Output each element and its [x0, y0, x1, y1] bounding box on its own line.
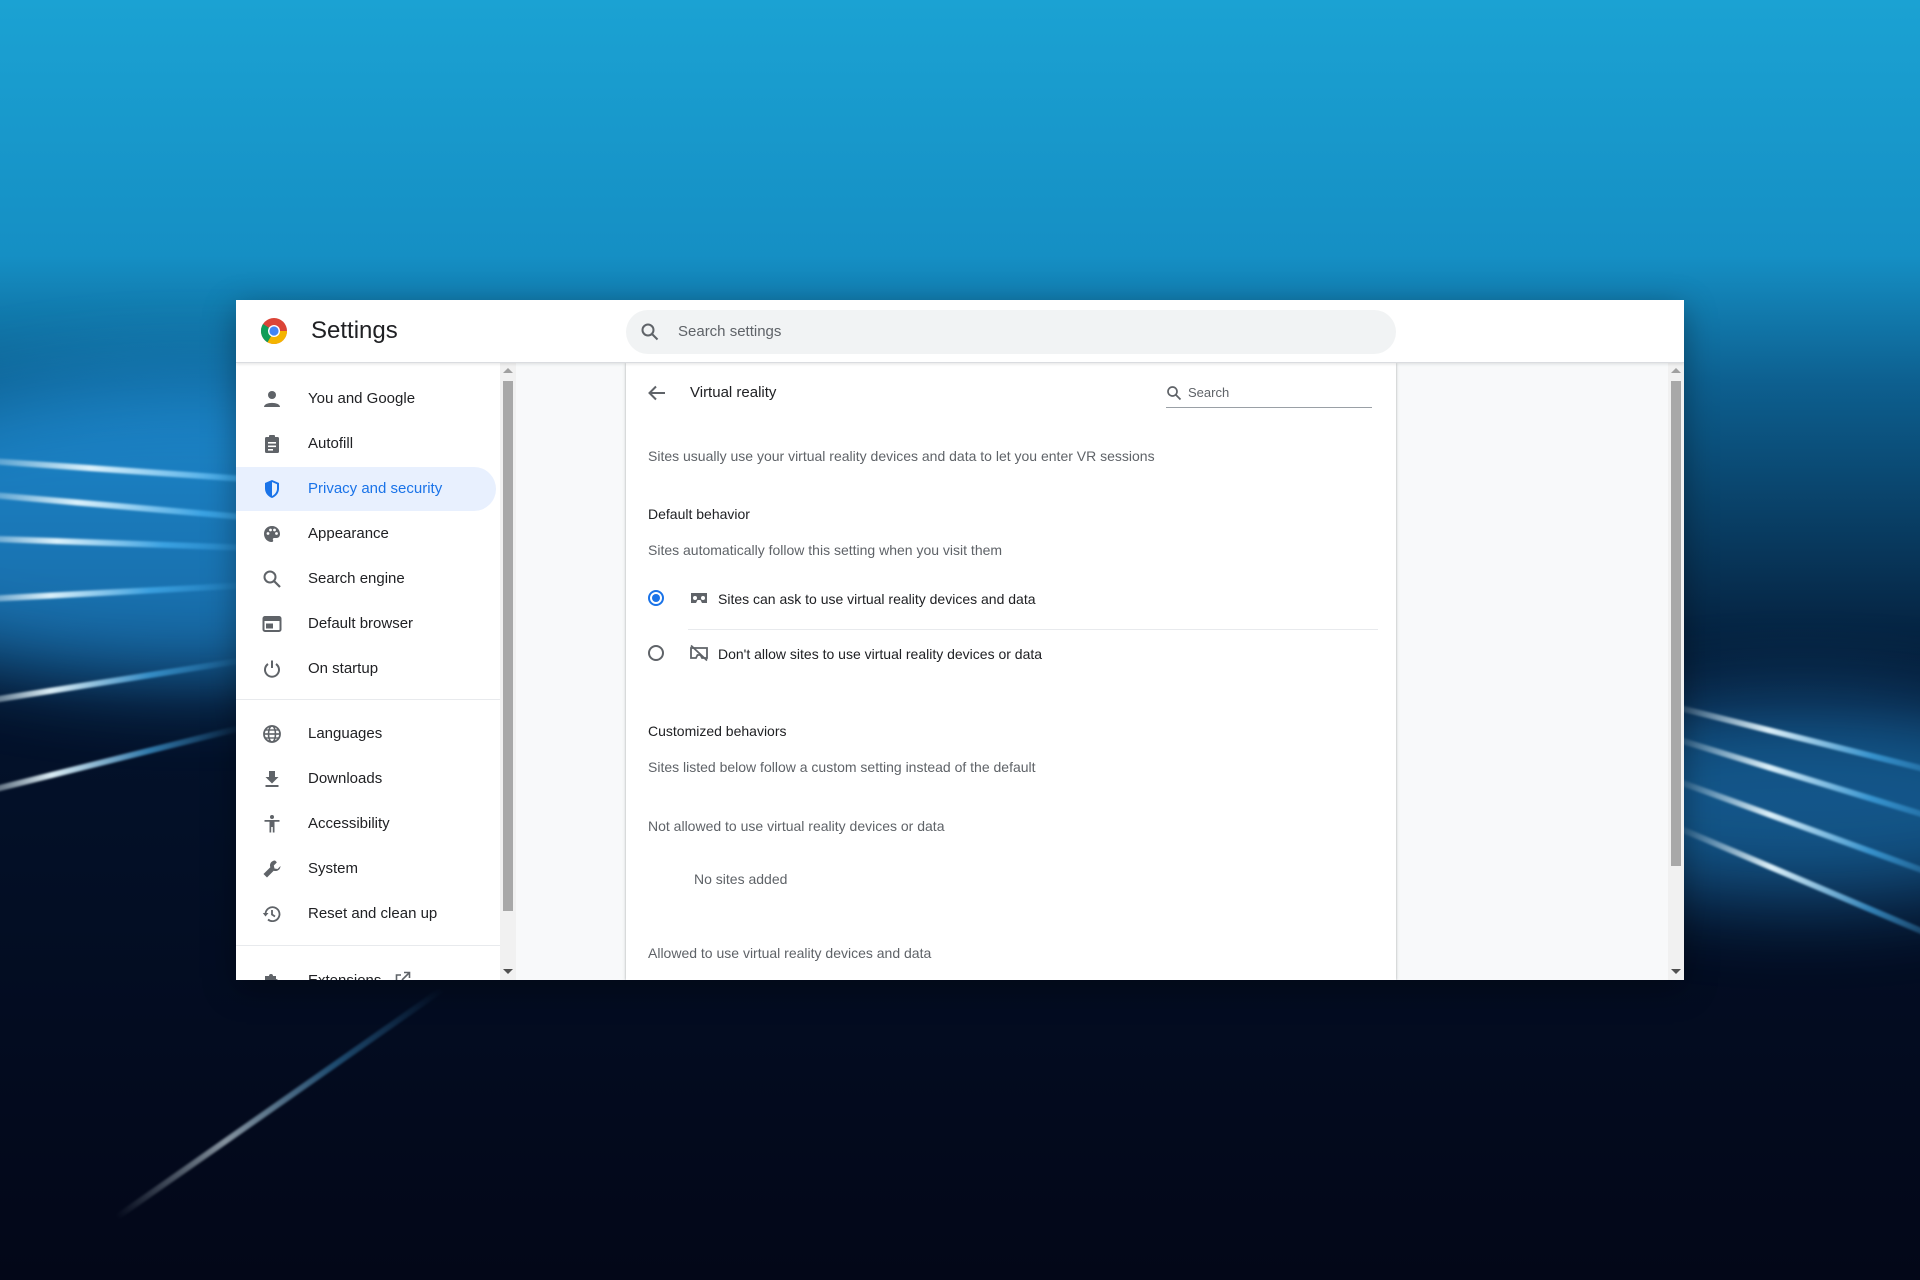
restore-icon [262, 906, 281, 923]
sidebar-item-label: Privacy and security [308, 480, 443, 497]
page-search-input[interactable]: Search [1166, 381, 1372, 408]
sidebar-scrollbar-thumb[interactable] [503, 381, 513, 911]
sidebar-item-search-engine[interactable]: Search engine [236, 557, 496, 601]
sidebar-item-you-and-google[interactable]: You and Google [236, 377, 496, 421]
sidebar-item-label: On startup [308, 660, 379, 677]
sidebar-item-languages[interactable]: Languages [236, 712, 496, 756]
customized-behaviors-subtext: Sites listed below follow a custom setti… [648, 759, 1036, 775]
vr-headset-off-icon [690, 644, 708, 662]
sidebar-item-label: Appearance [308, 525, 389, 542]
light-streak [0, 723, 247, 803]
back-arrow-icon[interactable] [646, 382, 668, 404]
option-label: Don't allow sites to use virtual reality… [718, 646, 1043, 662]
search-icon [641, 323, 659, 341]
radio-unselected[interactable] [648, 645, 664, 661]
download-icon [265, 771, 279, 787]
browser-window-icon [262, 616, 282, 632]
default-behavior-heading: Default behavior [648, 506, 750, 522]
wrench-icon [263, 860, 281, 878]
allowed-heading: Allowed to use virtual reality devices a… [648, 945, 932, 961]
sidebar-item-downloads[interactable]: Downloads [236, 757, 496, 801]
shield-icon [265, 480, 279, 498]
sidebar-item-appearance[interactable]: Appearance [236, 512, 496, 556]
sidebar-item-label: Search engine [308, 570, 405, 587]
clipboard-icon [265, 435, 279, 453]
palette-icon [264, 526, 280, 542]
sidebar-item-label: Reset and clean up [308, 905, 438, 922]
chrome-logo-icon [260, 318, 288, 345]
content-scrollbar[interactable] [1668, 363, 1684, 980]
scroll-up-arrow[interactable] [1671, 368, 1681, 373]
power-icon [264, 660, 280, 678]
search-settings-input[interactable]: Search settings [626, 310, 1396, 354]
accessibility-icon [264, 815, 280, 833]
settings-toolbar: Settings Search settings [236, 300, 1684, 363]
app-title: Settings [311, 317, 398, 344]
option-label: Sites can ask to use virtual reality dev… [718, 591, 1036, 607]
page-search-placeholder: Search [1188, 385, 1230, 400]
page-header: Virtual reality Search [626, 363, 1396, 423]
customized-behaviors-heading: Customized behaviors [648, 723, 787, 739]
option-dont-allow[interactable]: Don't allow sites to use virtual reality… [648, 633, 1378, 677]
no-sites-added-text: No sites added [694, 871, 788, 887]
search-icon [1167, 386, 1182, 401]
radio-selected[interactable] [648, 590, 664, 606]
scroll-up-arrow[interactable] [503, 368, 513, 373]
search-settings-placeholder: Search settings [678, 323, 782, 340]
sidebar-item-default-browser[interactable]: Default browser [236, 602, 496, 646]
sidebar-divider [236, 699, 500, 700]
content-scrollbar-thumb[interactable] [1671, 381, 1681, 866]
scroll-down-arrow[interactable] [503, 969, 513, 974]
sidebar-item-label: Autofill [308, 435, 354, 452]
sidebar-item-label: Downloads [308, 770, 383, 787]
sidebar-item-autofill[interactable]: Autofill [236, 422, 496, 466]
open-in-new-icon [396, 971, 411, 980]
sidebar-item-label: Default browser [308, 615, 414, 632]
sidebar-item-extensions[interactable]: Extensions [236, 958, 496, 980]
globe-icon [263, 725, 281, 743]
search-icon [263, 570, 281, 588]
sidebar-item-label: Extensions [308, 971, 411, 980]
sidebar-item-system[interactable]: System [236, 847, 496, 891]
option-divider [688, 629, 1378, 630]
vr-headset-icon [691, 593, 707, 603]
sidebar-item-label: Languages [308, 725, 383, 742]
sidebar-item-label: You and Google [308, 390, 416, 407]
settings-window: Settings Search settings You and Google … [236, 300, 1684, 980]
scroll-down-arrow[interactable] [1671, 969, 1681, 974]
page-description: Sites usually use your virtual reality d… [648, 448, 1155, 464]
not-allowed-heading: Not allowed to use virtual reality devic… [648, 818, 945, 834]
puzzle-icon [265, 974, 278, 980]
page-title: Virtual reality [690, 384, 777, 401]
sidebar-scrollbar[interactable] [500, 363, 516, 980]
sidebar-divider [236, 945, 500, 946]
light-streak [114, 985, 446, 1221]
default-behavior-subtext: Sites automatically follow this setting … [648, 542, 1003, 558]
extensions-label: Extensions [308, 972, 381, 980]
sidebar-item-reset-and-clean-up[interactable]: Reset and clean up [236, 892, 496, 936]
sidebar-item-accessibility[interactable]: Accessibility [236, 802, 496, 846]
sidebar-item-label: System [308, 860, 359, 877]
option-sites-can-ask[interactable]: Sites can ask to use virtual reality dev… [648, 578, 1378, 622]
sidebar-item-label: Accessibility [308, 815, 390, 832]
sidebar: You and Google Autofill Privacy and secu… [236, 363, 500, 980]
virtual-reality-settings-card: Virtual reality Search Sites usually use… [626, 363, 1396, 980]
sidebar-item-on-startup[interactable]: On startup [236, 647, 496, 691]
person-icon [264, 391, 280, 407]
sidebar-item-privacy-and-security[interactable]: Privacy and security [236, 467, 496, 511]
